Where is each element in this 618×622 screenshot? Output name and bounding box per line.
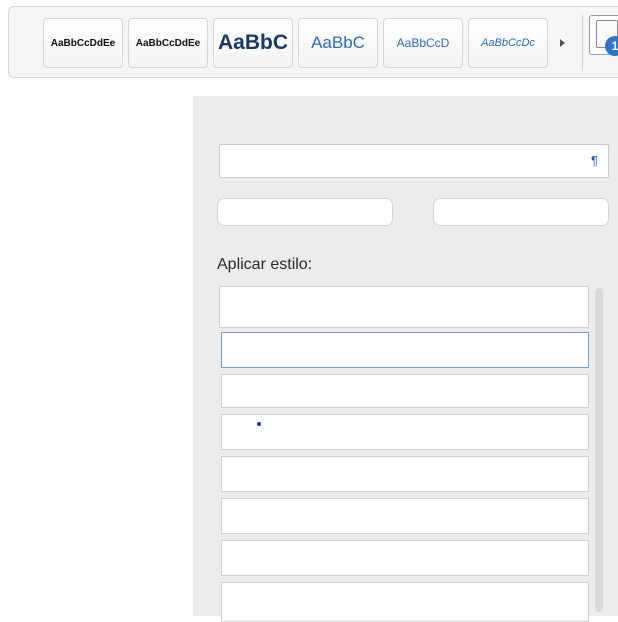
style-preview: AaBbC <box>218 31 288 54</box>
style-tile-heading-1[interactable]: AaBbC <box>213 18 293 68</box>
bullet-marker <box>257 422 261 426</box>
clear-formatting-button[interactable] <box>433 198 609 226</box>
current-style-field[interactable]: ¶ <box>219 144 609 178</box>
style-list-scrollbar[interactable] <box>595 288 603 612</box>
divider <box>582 15 583 71</box>
paragraph-mark-icon: ¶ <box>591 153 598 168</box>
style-tile-title[interactable]: AaBbCcD <box>383 18 463 68</box>
style-list <box>219 284 591 622</box>
style-preview: AaBbCcDdEe <box>135 37 201 49</box>
new-style-button[interactable] <box>217 198 393 226</box>
style-preview: AaBbCcDdEe <box>50 37 116 49</box>
styles-pane-button[interactable]: 1 <box>589 15 618 56</box>
style-list-item[interactable] <box>221 582 589 622</box>
style-gallery: AaBbCcDdEe AaBbCcDdEe AaBbC AaBbC AaBbCc… <box>8 6 618 78</box>
style-tile-subtitle[interactable]: AaBbCcDc <box>468 18 548 68</box>
style-preview: AaBbCcD <box>396 36 450 50</box>
styles-pane: ¶ Aplicar estilo: <box>193 96 618 622</box>
style-tile-normal[interactable]: AaBbCcDdEe <box>43 18 123 68</box>
style-list-item[interactable] <box>221 498 589 534</box>
style-tile-no-spacing[interactable]: AaBbCcDdEe <box>128 18 208 68</box>
style-list-item-selected[interactable] <box>221 332 589 368</box>
apply-style-heading: Aplicar estilo: <box>217 256 313 273</box>
style-list-item[interactable] <box>221 456 589 492</box>
gallery-next-arrow-icon[interactable] <box>560 39 565 47</box>
style-list-item[interactable] <box>221 540 589 576</box>
style-preview: AaBbC <box>311 33 365 52</box>
style-list-item[interactable] <box>221 414 589 450</box>
style-tile-heading-2[interactable]: AaBbC <box>298 18 378 68</box>
styles-pane-badge: 1 <box>605 36 618 56</box>
style-list-item[interactable] <box>219 286 589 328</box>
style-preview: AaBbCcDc <box>481 37 535 49</box>
style-list-item[interactable] <box>221 374 589 408</box>
